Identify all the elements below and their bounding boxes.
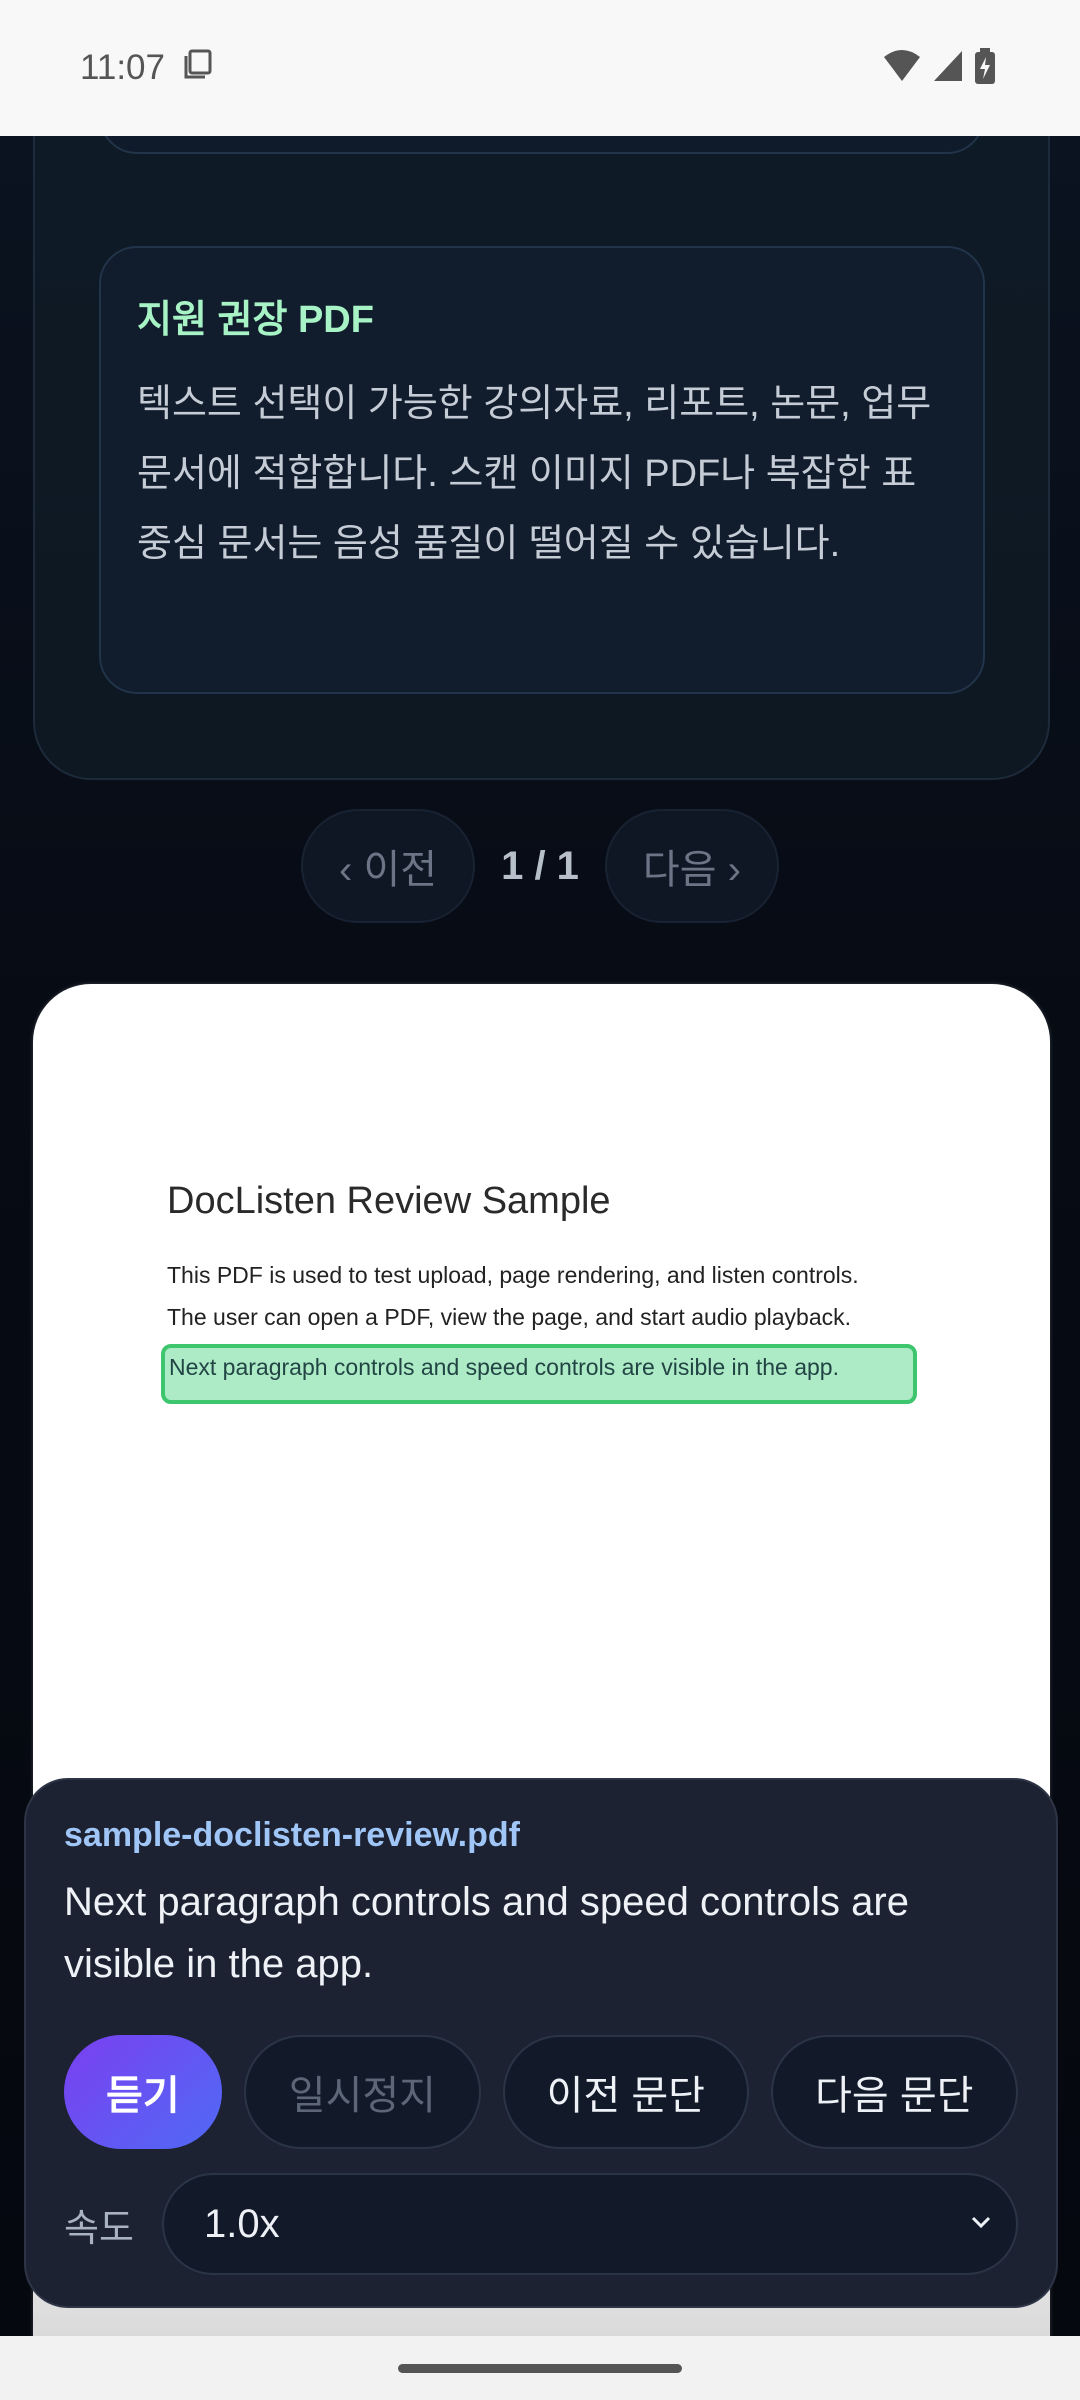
pdf-document-title: DocListen Review Sample — [167, 1180, 611, 1222]
prev-page-button[interactable]: ‹ 이전 — [301, 809, 476, 923]
pdf-paragraph[interactable]: This PDF is used to test upload, page re… — [167, 1262, 859, 1289]
status-bar: 11:07 — [0, 0, 1080, 136]
signal-icon — [932, 49, 964, 88]
pdf-paragraph-highlighted[interactable]: Next paragraph controls and speed contro… — [161, 1344, 917, 1404]
navigation-bar — [0, 2336, 1080, 2400]
player-current-paragraph: Next paragraph controls and speed contro… — [64, 1880, 909, 1986]
home-indicator[interactable] — [398, 2364, 682, 2373]
player-controls: 듣기 일시정지 이전 문단 다음 문단 — [64, 2035, 1018, 2149]
screen-cast-icon — [181, 47, 215, 90]
player-file-name: sample-doclisten-review.pdf — [64, 1816, 520, 1854]
pdf-info-panel: 지원 권장 PDF 텍스트 선택이 가능한 강의자료, 리포트, 논문, 업무 … — [33, 136, 1050, 780]
supported-pdf-description: 텍스트 선택이 가능한 강의자료, 리포트, 논문, 업무 문서에 적합합니다.… — [137, 383, 932, 565]
chevron-down-icon — [966, 2202, 996, 2247]
wifi-icon — [882, 49, 922, 88]
status-left: 11:07 — [80, 47, 215, 90]
previous-paragraph-button[interactable]: 이전 문단 — [503, 2035, 749, 2149]
supported-pdf-title: 지원 권장 PDF — [137, 299, 374, 341]
page-indicator: 1 / 1 — [501, 843, 579, 888]
audio-player-sheet: sample-doclisten-review.pdf Next paragra… — [24, 1778, 1058, 2308]
next-paragraph-button[interactable]: 다음 문단 — [770, 2035, 1018, 2149]
speed-select-value: 1.0x — [204, 2201, 280, 2246]
battery-charging-icon — [974, 47, 996, 89]
pause-button[interactable]: 일시정지 — [243, 2035, 482, 2149]
supported-pdf-card: 지원 권장 PDF 텍스트 선택이 가능한 강의자료, 리포트, 논문, 업무 … — [99, 246, 985, 694]
page-pager: ‹ 이전 1 / 1 다음 › — [0, 808, 1080, 924]
speed-label: 속도 — [64, 2207, 134, 2250]
speed-select[interactable]: 1.0x — [162, 2173, 1018, 2275]
status-time: 11:07 — [80, 48, 165, 87]
listen-button[interactable]: 듣기 — [64, 2035, 222, 2149]
status-right — [882, 47, 996, 89]
speed-row: 속도 1.0x — [64, 2173, 1018, 2275]
next-page-button[interactable]: 다음 › — [604, 809, 779, 923]
pdf-paragraph[interactable]: The user can open a PDF, view the page, … — [167, 1304, 851, 1331]
info-card-previous — [99, 136, 985, 154]
